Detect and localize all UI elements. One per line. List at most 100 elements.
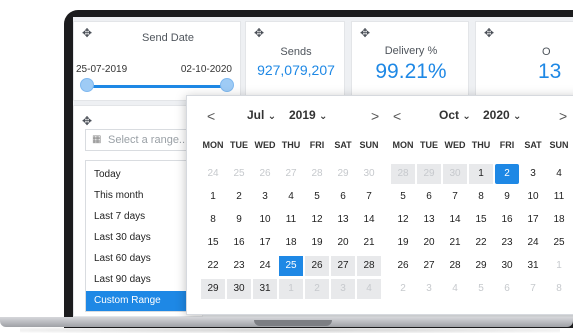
calendar-day[interactable]: 28 bbox=[305, 164, 329, 184]
calendar-day[interactable]: 3 bbox=[417, 279, 441, 299]
month-select[interactable]: Jul ⌄ bbox=[247, 108, 276, 122]
calendar-day[interactable]: 24 bbox=[253, 256, 277, 276]
year-select[interactable]: 2020 ⌄ bbox=[483, 108, 521, 122]
move-icon[interactable]: ✥ bbox=[82, 115, 92, 127]
calendar-day[interactable]: 7 bbox=[521, 279, 545, 299]
calendar-day[interactable]: 10 bbox=[253, 210, 277, 230]
calendar-day[interactable]: 2 bbox=[495, 164, 519, 184]
calendar-day[interactable]: 12 bbox=[391, 210, 415, 230]
calendar-day[interactable]: 28 bbox=[357, 256, 381, 276]
calendar-day[interactable]: 1 bbox=[469, 164, 493, 184]
prev-month-button[interactable]: < bbox=[207, 108, 215, 124]
calendar-day[interactable]: 6 bbox=[331, 187, 355, 207]
calendar-day[interactable]: 25 bbox=[227, 164, 251, 184]
calendar-day[interactable]: 4 bbox=[443, 279, 467, 299]
calendar-day[interactable]: 7 bbox=[443, 187, 467, 207]
calendar-day[interactable]: 14 bbox=[357, 210, 381, 230]
move-icon[interactable]: ✥ bbox=[484, 27, 494, 39]
calendar-day[interactable]: 30 bbox=[443, 164, 467, 184]
slider-handle-end[interactable] bbox=[220, 78, 234, 92]
calendar-day[interactable]: 11 bbox=[279, 210, 303, 230]
calendar-day[interactable]: 23 bbox=[227, 256, 251, 276]
calendar-day[interactable]: 2 bbox=[391, 279, 415, 299]
calendar-day[interactable]: 19 bbox=[391, 233, 415, 253]
range-option-last-30[interactable]: Last 30 days bbox=[86, 228, 198, 248]
calendar-day[interactable]: 27 bbox=[331, 256, 355, 276]
calendar-day[interactable]: 16 bbox=[495, 210, 519, 230]
calendar-day[interactable]: 28 bbox=[443, 256, 467, 276]
calendar-day[interactable]: 13 bbox=[331, 210, 355, 230]
calendar-day[interactable]: 9 bbox=[227, 210, 251, 230]
calendar-day[interactable]: 29 bbox=[331, 164, 355, 184]
calendar-day[interactable]: 31 bbox=[521, 256, 545, 276]
calendar-day[interactable]: 22 bbox=[201, 256, 225, 276]
move-icon[interactable]: ✥ bbox=[82, 27, 92, 39]
calendar-day[interactable]: 23 bbox=[495, 233, 519, 253]
calendar-day[interactable]: 26 bbox=[391, 256, 415, 276]
next-month-button[interactable]: > bbox=[559, 108, 567, 124]
calendar-day[interactable]: 22 bbox=[469, 233, 493, 253]
calendar-day[interactable]: 30 bbox=[357, 164, 381, 184]
month-select[interactable]: Oct ⌄ bbox=[439, 108, 471, 122]
calendar-day[interactable]: 24 bbox=[201, 164, 225, 184]
range-option-last-60[interactable]: Last 60 days bbox=[86, 249, 198, 269]
calendar-day[interactable]: 19 bbox=[305, 233, 329, 253]
range-option-this-month[interactable]: This month bbox=[86, 186, 198, 206]
calendar-day[interactable]: 8 bbox=[469, 187, 493, 207]
slider-handle-start[interactable] bbox=[80, 78, 94, 92]
calendar-day[interactable]: 15 bbox=[469, 210, 493, 230]
next-month-button[interactable]: > bbox=[371, 108, 379, 124]
calendar-day[interactable]: 21 bbox=[357, 233, 381, 253]
calendar-day[interactable]: 8 bbox=[547, 279, 571, 299]
prev-month-button[interactable]: < bbox=[393, 108, 401, 124]
calendar-day[interactable]: 9 bbox=[495, 187, 519, 207]
calendar-day[interactable]: 12 bbox=[305, 210, 329, 230]
move-icon[interactable]: ✥ bbox=[254, 27, 264, 39]
calendar-day[interactable]: 3 bbox=[521, 164, 545, 184]
calendar-day[interactable]: 6 bbox=[417, 187, 441, 207]
range-option-last-7[interactable]: Last 7 days bbox=[86, 207, 198, 227]
calendar-day[interactable]: 29 bbox=[201, 279, 225, 299]
calendar-day[interactable]: 11 bbox=[547, 187, 571, 207]
calendar-day[interactable]: 6 bbox=[495, 279, 519, 299]
calendar-day[interactable]: 16 bbox=[227, 233, 251, 253]
calendar-day[interactable]: 29 bbox=[469, 256, 493, 276]
calendar-day[interactable]: 1 bbox=[547, 256, 571, 276]
calendar-day[interactable]: 28 bbox=[391, 164, 415, 184]
calendar-day[interactable]: 20 bbox=[417, 233, 441, 253]
calendar-day[interactable]: 18 bbox=[547, 210, 571, 230]
calendar-day[interactable]: 30 bbox=[227, 279, 251, 299]
calendar-day[interactable]: 1 bbox=[201, 187, 225, 207]
calendar-day[interactable]: 3 bbox=[253, 187, 277, 207]
calendar-day[interactable]: 30 bbox=[495, 256, 519, 276]
move-icon[interactable]: ✥ bbox=[360, 27, 370, 39]
calendar-day[interactable]: 1 bbox=[279, 279, 303, 299]
calendar-day[interactable]: 18 bbox=[279, 233, 303, 253]
date-slider-track[interactable] bbox=[84, 85, 226, 88]
range-option-today[interactable]: Today bbox=[86, 165, 198, 185]
calendar-day[interactable]: 8 bbox=[201, 210, 225, 230]
calendar-day[interactable]: 7 bbox=[357, 187, 381, 207]
calendar-day[interactable]: 4 bbox=[279, 187, 303, 207]
calendar-day[interactable]: 24 bbox=[521, 233, 545, 253]
calendar-day[interactable]: 25 bbox=[279, 256, 303, 276]
calendar-day[interactable]: 14 bbox=[443, 210, 467, 230]
calendar-day[interactable]: 15 bbox=[201, 233, 225, 253]
calendar-day[interactable]: 26 bbox=[253, 164, 277, 184]
calendar-day[interactable]: 13 bbox=[417, 210, 441, 230]
calendar-day[interactable]: 4 bbox=[547, 164, 571, 184]
calendar-day[interactable]: 5 bbox=[391, 187, 415, 207]
calendar-day[interactable]: 2 bbox=[227, 187, 251, 207]
year-select[interactable]: 2019 ⌄ bbox=[289, 108, 327, 122]
range-option-last-90[interactable]: Last 90 days bbox=[86, 270, 198, 290]
calendar-day[interactable]: 27 bbox=[417, 256, 441, 276]
calendar-day[interactable]: 20 bbox=[331, 233, 355, 253]
calendar-day[interactable]: 5 bbox=[469, 279, 493, 299]
calendar-day[interactable]: 3 bbox=[331, 279, 355, 299]
range-input[interactable]: ▦ Select a range... bbox=[85, 129, 195, 151]
range-option-custom[interactable]: Custom Range bbox=[86, 291, 198, 311]
calendar-day[interactable]: 2 bbox=[305, 279, 329, 299]
calendar-day[interactable]: 29 bbox=[417, 164, 441, 184]
calendar-day[interactable]: 5 bbox=[305, 187, 329, 207]
calendar-day[interactable]: 27 bbox=[279, 164, 303, 184]
